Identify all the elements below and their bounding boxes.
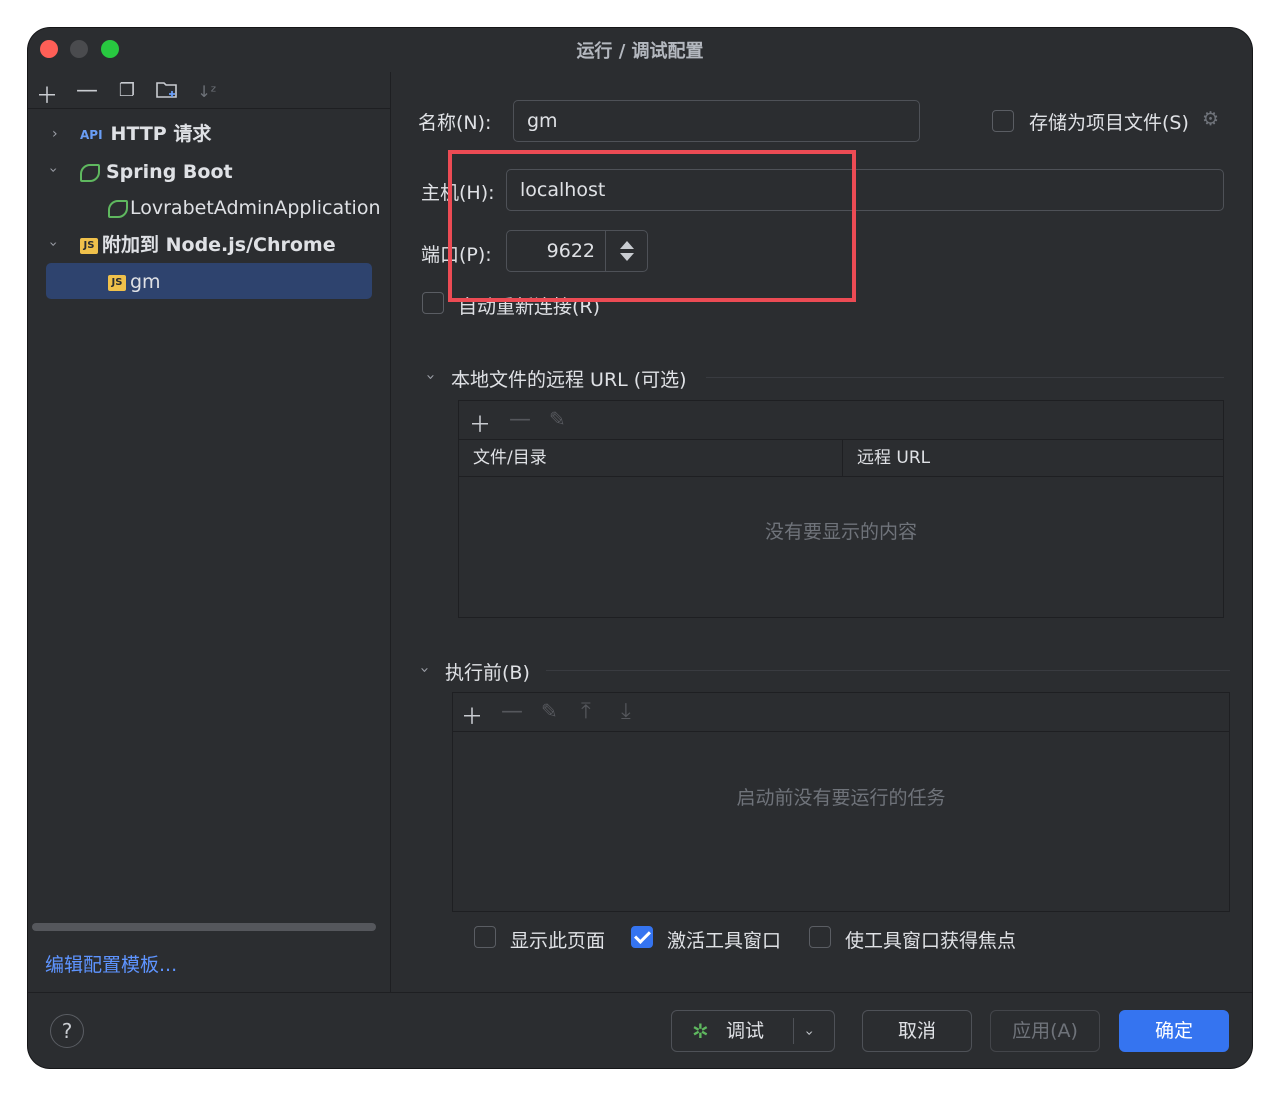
activate-tool-window-checkbox[interactable] bbox=[631, 926, 653, 948]
auto-reconnect-checkbox[interactable] bbox=[422, 292, 444, 314]
remote-url-table: ＋ — ✎ 文件/目录 远程 URL 没有要显示的内容 bbox=[458, 400, 1224, 618]
focus-tool-window-label: 使工具窗口获得焦点 bbox=[845, 930, 1017, 952]
copy-icon[interactable]: ❐ bbox=[114, 80, 140, 101]
spring-boot-icon bbox=[108, 199, 128, 218]
chevron-down-icon[interactable]: › bbox=[789, 1030, 829, 1036]
nodejs-icon: JS bbox=[80, 237, 98, 254]
activate-tool-window-label: 激活工具窗口 bbox=[667, 930, 782, 952]
help-button[interactable]: ? bbox=[50, 1014, 84, 1048]
chevron-down-icon[interactable]: › bbox=[416, 667, 434, 673]
store-as-project-file-checkbox[interactable] bbox=[992, 110, 1014, 132]
apply-button[interactable]: 应用(A) bbox=[990, 1010, 1100, 1052]
add-icon[interactable]: ＋ bbox=[469, 407, 491, 439]
tree-selection-highlight bbox=[46, 263, 372, 299]
cancel-button[interactable]: 取消 bbox=[862, 1010, 972, 1052]
title-bar: 运行 / 调试配置 bbox=[28, 28, 1252, 72]
show-page-checkbox[interactable] bbox=[474, 926, 496, 948]
remove-icon[interactable]: — bbox=[509, 407, 531, 432]
add-icon[interactable]: ＋ bbox=[34, 78, 60, 110]
chevron-down-icon[interactable]: › bbox=[45, 167, 61, 173]
stepper-up-icon[interactable] bbox=[620, 241, 634, 249]
remote-url-section-title[interactable]: 本地文件的远程 URL (可选) bbox=[451, 365, 687, 392]
window-title: 运行 / 调试配置 bbox=[576, 41, 704, 62]
tree-item-http-request[interactable]: API HTTP 请求 bbox=[80, 116, 211, 152]
column-header-file[interactable]: 文件/目录 bbox=[459, 439, 843, 477]
remote-url-toolbar: ＋ — ✎ bbox=[459, 401, 1223, 440]
name-label: 名称(N): bbox=[418, 112, 492, 134]
spring-boot-icon bbox=[80, 163, 100, 182]
edit-icon[interactable]: ✎ bbox=[541, 699, 558, 723]
remote-url-empty-text: 没有要显示的内容 bbox=[764, 521, 917, 543]
before-launch-section-title[interactable]: 执行前(B) bbox=[445, 658, 530, 685]
tree-horizontal-scrollbar[interactable] bbox=[32, 923, 376, 931]
auto-reconnect-label: 自动重新连接(R) bbox=[458, 296, 601, 318]
name-input[interactable]: gm bbox=[513, 100, 920, 142]
api-icon: API bbox=[80, 127, 103, 142]
tree-item-gm[interactable]: JS gm bbox=[108, 264, 161, 300]
move-up-icon[interactable]: ⤒ bbox=[581, 699, 591, 724]
host-label: 主机(H): bbox=[421, 182, 495, 204]
port-stepper[interactable] bbox=[605, 230, 647, 272]
tree-item-attach-nodejs[interactable]: JS 附加到 Node.js/Chrome bbox=[80, 227, 336, 263]
gear-icon[interactable]: ⚙ bbox=[1202, 108, 1219, 130]
move-down-icon[interactable]: ⤓ bbox=[621, 699, 631, 724]
before-launch-empty-text: 启动前没有要运行的任务 bbox=[736, 787, 946, 809]
chevron-right-icon[interactable]: › bbox=[52, 126, 58, 142]
tree-item-lovrabet-admin-application[interactable]: LovrabetAdminApplication bbox=[108, 190, 381, 226]
store-as-project-file-label: 存储为项目文件(S) bbox=[1029, 112, 1189, 134]
sort-icon[interactable]: ↓ᶻ bbox=[194, 82, 220, 101]
before-launch-toolbar: ＋ — ✎ ⤒ ⤓ bbox=[453, 693, 1229, 732]
edit-templates-link[interactable]: 编辑配置模板... bbox=[45, 950, 177, 977]
chevron-down-icon[interactable]: › bbox=[45, 241, 61, 247]
port-label: 端口(P): bbox=[421, 244, 492, 266]
column-header-remote-url[interactable]: 远程 URL bbox=[843, 439, 1223, 477]
edit-icon[interactable]: ✎ bbox=[549, 407, 566, 431]
folder-add-icon[interactable] bbox=[154, 78, 180, 106]
chevron-down-icon[interactable]: › bbox=[422, 374, 440, 380]
remove-icon[interactable]: — bbox=[74, 78, 100, 103]
before-launch-panel: ＋ — ✎ ⤒ ⤓ 启动前没有要运行的任务 bbox=[452, 692, 1230, 912]
focus-tool-window-checkbox[interactable] bbox=[809, 926, 831, 948]
run-debug-config-window: 运行 / 调试配置 ＋ — ❐ ↓ᶻ › API HTTP 请求 › Spring… bbox=[28, 28, 1252, 1068]
show-page-label: 显示此页面 bbox=[510, 930, 606, 952]
add-icon[interactable]: ＋ bbox=[461, 699, 483, 731]
bug-icon: ✲ bbox=[692, 1019, 709, 1043]
ok-button[interactable]: 确定 bbox=[1119, 1010, 1229, 1052]
nodejs-icon: JS bbox=[108, 274, 126, 291]
host-input[interactable]: localhost bbox=[506, 169, 1224, 211]
tree-item-spring-boot[interactable]: Spring Boot bbox=[80, 154, 233, 190]
remove-icon[interactable]: — bbox=[501, 699, 523, 724]
stepper-down-icon[interactable] bbox=[620, 253, 634, 261]
debug-button[interactable]: ✲ 调试 › bbox=[671, 1010, 835, 1052]
